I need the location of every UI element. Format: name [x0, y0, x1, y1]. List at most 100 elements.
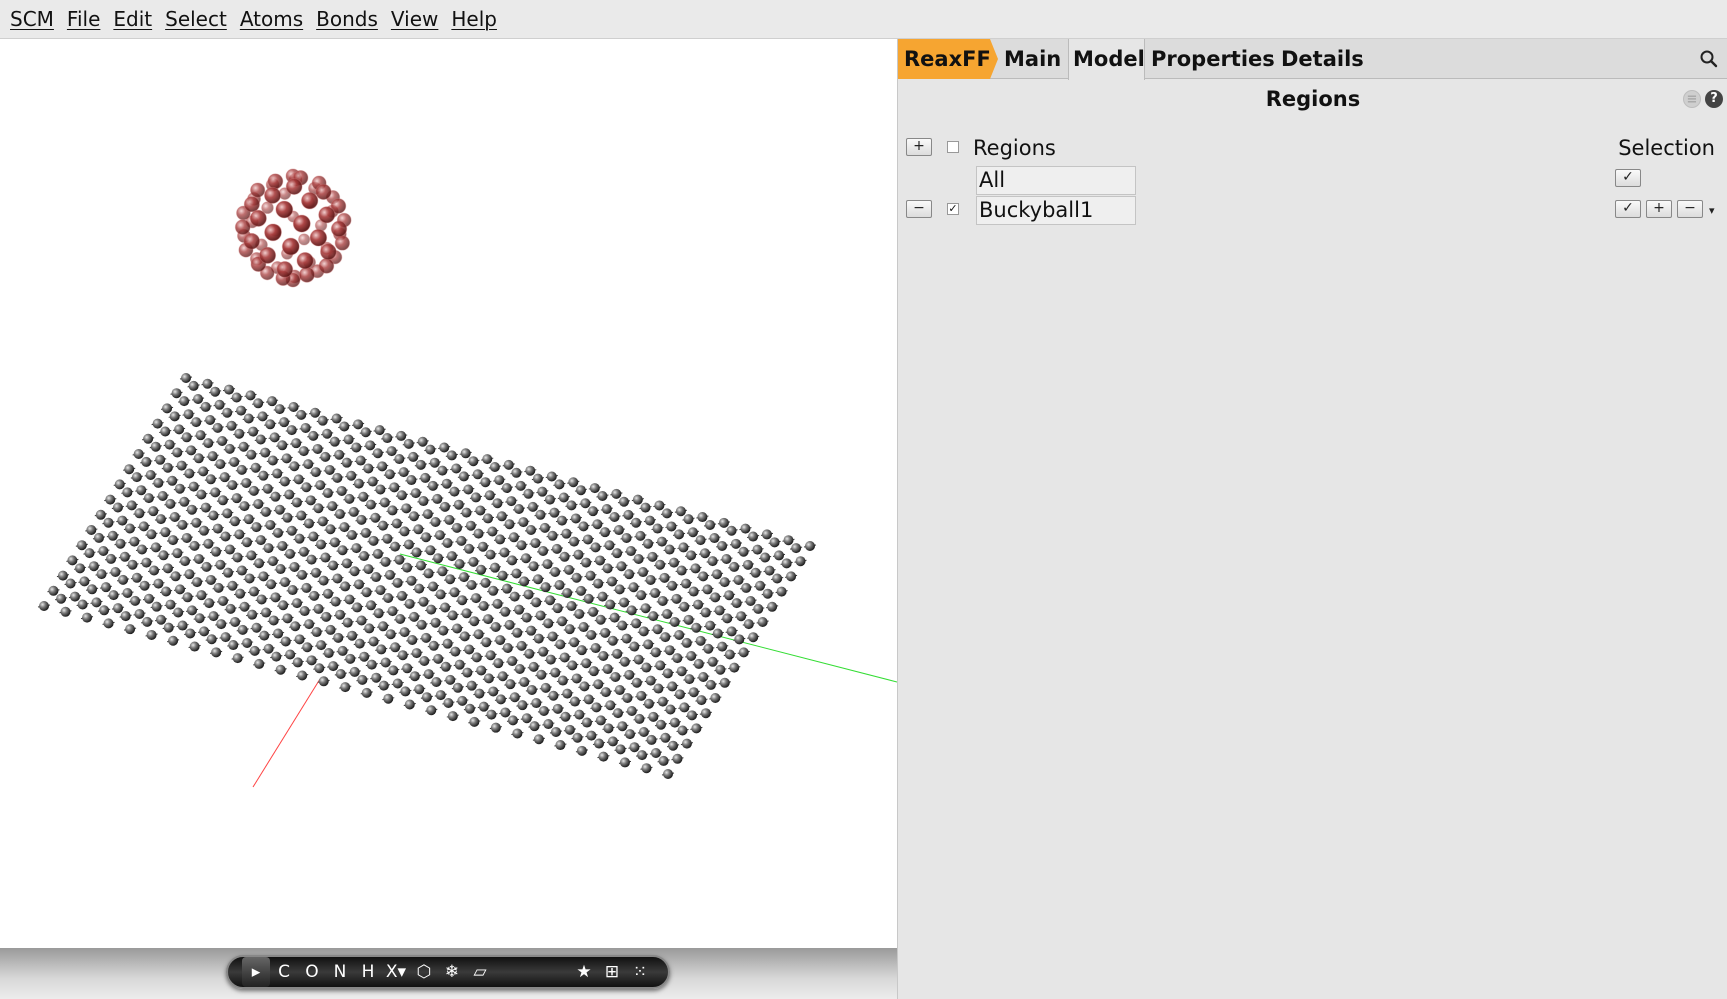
carbon-atom[interactable]: [736, 611, 747, 622]
carbon-atom[interactable]: [592, 519, 603, 530]
carbon-atom[interactable]: [478, 600, 489, 611]
carbon-atom[interactable]: [282, 613, 293, 624]
carbon-atom[interactable]: [714, 605, 725, 616]
carbon-atom[interactable]: [286, 425, 297, 436]
buckyball-atom[interactable]: [276, 261, 294, 278]
carbon-atom[interactable]: [328, 560, 339, 571]
carbon-atom[interactable]: [304, 619, 315, 630]
carbon-atom[interactable]: [408, 511, 419, 522]
carbon-atom[interactable]: [77, 599, 88, 610]
buckyball-atom[interactable]: [264, 186, 282, 204]
carbon-atom[interactable]: [752, 544, 763, 555]
carbon-atom[interactable]: [382, 533, 393, 544]
carbon-atom[interactable]: [684, 674, 695, 685]
carbon-atom[interactable]: [351, 442, 362, 453]
carbon-atom[interactable]: [659, 572, 670, 583]
carbon-atom[interactable]: [657, 595, 668, 606]
carbon-atom[interactable]: [358, 491, 369, 502]
carbon-atom[interactable]: [207, 451, 218, 462]
carbon-atom[interactable]: [722, 613, 733, 624]
carbon-atom[interactable]: [547, 530, 558, 541]
carbon-atom[interactable]: [291, 497, 302, 508]
buckyball-atom[interactable]: [300, 191, 319, 210]
carbon-atom[interactable]: [289, 561, 300, 572]
carbon-atom[interactable]: [168, 635, 179, 646]
carbon-atom[interactable]: [662, 508, 673, 519]
carbon-atom[interactable]: [224, 544, 235, 555]
carbon-atom[interactable]: [273, 628, 284, 639]
carbon-atom[interactable]: [324, 464, 335, 475]
carbon-atom[interactable]: [523, 488, 534, 499]
carbon-atom[interactable]: [607, 736, 618, 747]
carbon-atom[interactable]: [602, 664, 613, 675]
carbon-atom[interactable]: [466, 680, 477, 691]
carbon-atom[interactable]: [323, 588, 334, 599]
carbon-atom[interactable]: [740, 523, 751, 534]
carbon-atom[interactable]: [327, 501, 338, 512]
carbon-atom[interactable]: [406, 575, 417, 586]
buckyball-atom[interactable]: [281, 237, 300, 256]
carbon-atom[interactable]: [675, 506, 686, 517]
carbon-atom[interactable]: [181, 432, 192, 443]
remove-from-region-button[interactable]: −: [1677, 200, 1703, 218]
carbon-atom[interactable]: [184, 569, 195, 580]
carbon-atom[interactable]: [745, 596, 756, 607]
carbon-atom[interactable]: [110, 566, 121, 577]
carbon-atom[interactable]: [582, 534, 593, 545]
carbon-atom[interactable]: [591, 702, 602, 713]
carbon-atom[interactable]: [435, 690, 446, 701]
carbon-atom[interactable]: [200, 401, 211, 412]
carbon-atom[interactable]: [519, 576, 530, 587]
carbon-atom[interactable]: [335, 609, 346, 620]
ring-tool-icon[interactable]: ⬡: [410, 957, 438, 987]
carbon-atom[interactable]: [390, 642, 401, 653]
carbon-atom[interactable]: [246, 550, 257, 561]
carbon-atom[interactable]: [543, 719, 554, 730]
carbon-atom[interactable]: [497, 671, 508, 682]
carbon-atom[interactable]: [629, 742, 640, 753]
carbon-atom[interactable]: [306, 554, 317, 565]
carbon-atom[interactable]: [260, 447, 271, 458]
carbon-atom[interactable]: [600, 687, 611, 698]
carbon-atom[interactable]: [387, 606, 398, 617]
carbon-atom[interactable]: [641, 662, 652, 673]
carbon-atom[interactable]: [526, 524, 537, 535]
carbon-atom[interactable]: [399, 627, 410, 638]
carbon-atom[interactable]: [220, 632, 231, 643]
carbon-atom[interactable]: [471, 652, 482, 663]
carbon-atom[interactable]: [174, 424, 185, 435]
carbon-atom[interactable]: [186, 445, 197, 456]
carbon-atom[interactable]: [86, 525, 97, 535]
carbon-atom[interactable]: [279, 476, 290, 487]
carbon-atom[interactable]: [361, 587, 372, 598]
pointer-tool-icon[interactable]: ▸: [242, 957, 270, 987]
carbon-atom[interactable]: [602, 563, 613, 574]
carbon-atom[interactable]: [481, 637, 492, 648]
carbon-atom[interactable]: [236, 565, 247, 576]
buckyball-atom[interactable]: [315, 183, 332, 200]
carbon-atom[interactable]: [640, 603, 651, 614]
carbon-atom[interactable]: [211, 647, 222, 658]
carbon-atom[interactable]: [490, 621, 501, 632]
carbon-atom[interactable]: [401, 503, 412, 514]
carbon-atom[interactable]: [311, 627, 322, 638]
carbon-atom[interactable]: [512, 627, 523, 638]
carbon-atom[interactable]: [345, 653, 356, 664]
plane-tool-icon[interactable]: ▱: [466, 957, 494, 987]
carbon-atom[interactable]: [267, 556, 278, 567]
carbon-atom[interactable]: [395, 614, 406, 625]
carbon-atom[interactable]: [232, 552, 243, 563]
carbon-atom[interactable]: [531, 698, 542, 709]
carbon-atom[interactable]: [329, 436, 340, 447]
carbon-atom[interactable]: [392, 577, 403, 588]
carbon-atom[interactable]: [569, 637, 580, 648]
carbon-atom[interactable]: [364, 623, 375, 634]
carbon-atom[interactable]: [371, 572, 382, 583]
carbon-atom[interactable]: [254, 558, 265, 569]
carbon-atom[interactable]: [204, 598, 215, 609]
carbon-atom[interactable]: [761, 529, 772, 540]
carbon-atom[interactable]: [183, 409, 194, 420]
carbon-atom[interactable]: [409, 611, 420, 622]
carbon-atom[interactable]: [480, 477, 491, 488]
carbon-atom[interactable]: [296, 409, 307, 420]
